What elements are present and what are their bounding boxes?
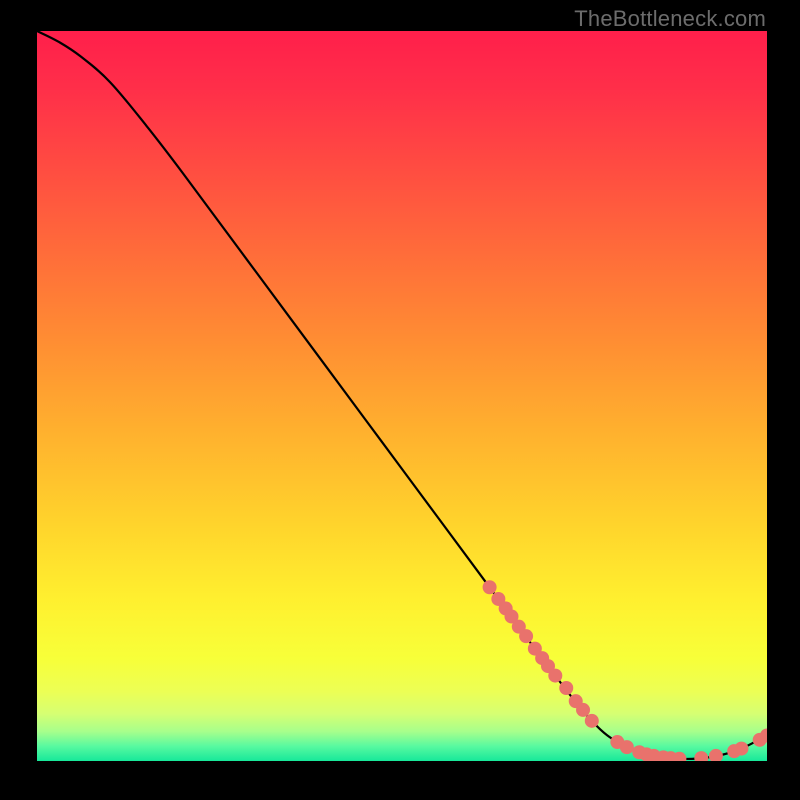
highlight-dot: [483, 580, 497, 594]
highlight-dot: [734, 742, 748, 756]
chart-stage: TheBottleneck.com: [0, 0, 800, 800]
gradient-background: [37, 31, 767, 761]
bottleneck-chart: [37, 31, 767, 761]
highlight-dot: [559, 681, 573, 695]
chart-svg: [37, 31, 767, 761]
highlight-dot: [548, 669, 562, 683]
highlight-dot: [585, 714, 599, 728]
highlight-dot: [576, 703, 590, 717]
highlight-dot: [519, 629, 533, 643]
highlight-dot: [620, 740, 634, 754]
watermark-text: TheBottleneck.com: [574, 6, 766, 32]
